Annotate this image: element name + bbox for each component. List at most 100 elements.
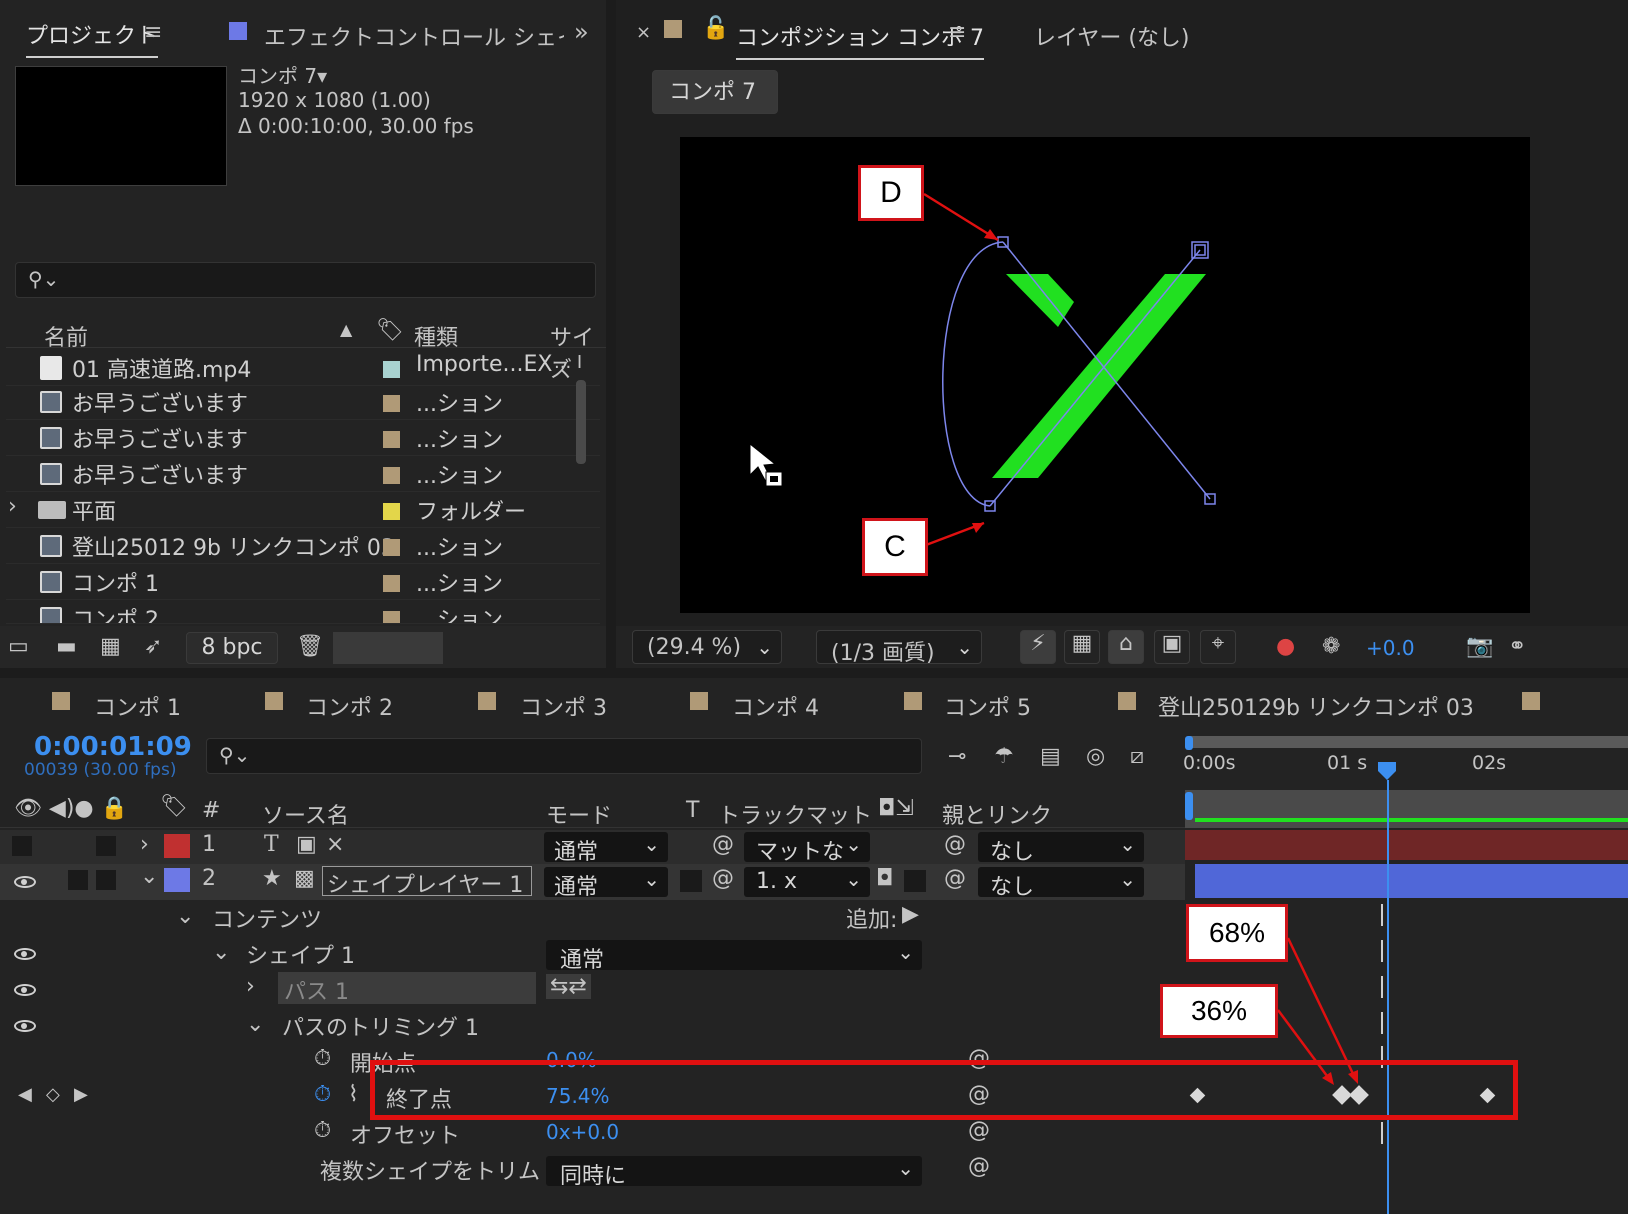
list-item[interactable]: お早うございます ...ション: [6, 420, 600, 456]
collapse-chevron-icon[interactable]: ⌄: [176, 904, 194, 929]
snapshot-icon[interactable]: 📷: [1466, 634, 1493, 659]
path-direction-icon[interactable]: ⇆⇄: [546, 974, 591, 999]
menu-icon[interactable]: ≡: [144, 20, 162, 45]
trim-row[interactable]: ⌄ パスのトリミング 1: [0, 1008, 1185, 1044]
eye-icon[interactable]: [14, 876, 36, 888]
t-switch[interactable]: [680, 870, 702, 892]
add-keyframe-icon[interactable]: ◇: [46, 1084, 60, 1105]
viewer-canvas[interactable]: [680, 137, 1530, 613]
lock-icon[interactable]: 🔓: [702, 16, 729, 41]
pickwhip-icon[interactable]: @: [944, 866, 966, 891]
stopwatch-active-icon[interactable]: ⏱: [314, 1082, 331, 1107]
trackmatte-dropdown[interactable]: 1. x ⌄: [744, 867, 870, 897]
layer-label-swatch[interactable]: [164, 868, 190, 892]
bpc-button[interactable]: 8 bpc: [186, 632, 278, 664]
tab-comp-4[interactable]: コンポ 4: [732, 690, 819, 722]
list-item[interactable]: お早うございます ...ション: [6, 456, 600, 492]
list-item[interactable]: 01 高速道路.mp4 Importe...EX ... I: [6, 350, 600, 386]
list-item[interactable]: コンポ 2 ...ション: [6, 600, 600, 624]
search-input[interactable]: ⚲⌄: [15, 262, 596, 298]
graph-icon[interactable]: ⌇: [348, 1082, 359, 1107]
folder-icon[interactable]: ▬: [56, 634, 77, 659]
shy-icon[interactable]: ☂: [994, 744, 1014, 769]
trackmatte-dropdown[interactable]: マットな ⌄: [744, 832, 870, 865]
motion-blur-icon[interactable]: ◎: [1086, 744, 1105, 769]
collapse-switch[interactable]: ▩: [294, 866, 315, 891]
offset-value[interactable]: 0x+0.0: [546, 1120, 619, 1144]
tab-composition[interactable]: コンポジション コンポ 7: [736, 20, 984, 60]
collapse-chevron-icon[interactable]: ⌄: [212, 940, 230, 965]
layer-row-1[interactable]: › 1 T ▣ × 通常 ⌄ @ マットな ⌄ @ なし ⌄: [0, 830, 1185, 865]
collapse-switch[interactable]: ▣: [296, 832, 317, 857]
layer-1-bar[interactable]: [1185, 830, 1628, 860]
preserve-transparency-icon[interactable]: @: [712, 832, 734, 857]
channel-icon[interactable]: ●: [1276, 634, 1295, 659]
list-item[interactable]: › 平面 フォルダー: [6, 492, 600, 528]
tab-comp-3[interactable]: コンポ 3: [520, 690, 607, 722]
overflow-chevrons-icon[interactable]: »: [574, 18, 589, 46]
collapse-chevron-icon[interactable]: ⌄: [246, 1012, 264, 1037]
mode-dropdown[interactable]: 通常 ⌄: [544, 867, 668, 900]
eye-icon[interactable]: [14, 1020, 36, 1032]
show-snapshot-icon[interactable]: ⚭: [1508, 634, 1526, 659]
trash-icon[interactable]: 🗑: [296, 634, 324, 659]
layer-row-2[interactable]: ⌄ 2 ★ ▩ シェイプレイヤー 1 通常 ⌄ @ 1. x ⌄ ◘ @ なし ⌄: [0, 864, 1185, 900]
tab-comp-1[interactable]: コンポ 1: [94, 690, 181, 722]
list-item[interactable]: コンポ 1 ...ション: [6, 564, 600, 600]
column-type[interactable]: 種類: [414, 320, 458, 352]
next-keyframe-icon[interactable]: ▶: [74, 1084, 88, 1105]
tab-project[interactable]: プロジェクト: [26, 18, 159, 58]
expand-chevron-icon[interactable]: ›: [140, 832, 149, 857]
mode-dropdown[interactable]: 通常 ⌄: [544, 832, 668, 865]
mask-visibility-button[interactable]: ⌂: [1108, 630, 1144, 664]
solo-switch[interactable]: [96, 836, 116, 856]
grid-guides-button[interactable]: ⌖: [1200, 630, 1236, 664]
quality-switch[interactable]: ×: [326, 832, 344, 857]
work-area-start[interactable]: [1185, 736, 1193, 750]
breadcrumb[interactable]: コンポ 7: [652, 70, 778, 114]
lock-switch[interactable]: [96, 870, 116, 890]
color-management-icon[interactable]: ❁: [1322, 634, 1340, 659]
stopwatch-icon[interactable]: ⏱: [314, 1046, 331, 1071]
region-of-interest-button[interactable]: ▣: [1154, 630, 1190, 664]
matte-alpha-icon[interactable]: ◘: [876, 866, 893, 891]
column-name[interactable]: 名前: [44, 320, 88, 352]
path-row[interactable]: › パス 1 ⇆⇄: [0, 972, 1185, 1008]
shape-mode-dropdown[interactable]: 通常 ⌄: [546, 940, 922, 973]
render-icon[interactable]: ➶: [144, 634, 162, 659]
solo-switch[interactable]: [68, 870, 88, 890]
comp-flowchart-icon[interactable]: ⊸: [948, 744, 966, 769]
transparency-grid-button[interactable]: ▦: [1064, 630, 1100, 664]
prev-keyframe-icon[interactable]: ◀: [18, 1084, 32, 1105]
tab-comp-5[interactable]: コンポ 5: [944, 690, 1031, 722]
multi-trim-dropdown[interactable]: 同時に ⌄: [546, 1156, 922, 1188]
column-source[interactable]: ソース名: [262, 798, 349, 830]
matte-invert-switch[interactable]: [904, 870, 926, 892]
quality-dropdown[interactable]: (1/3 画質) ⌄: [816, 630, 982, 666]
parent-dropdown[interactable]: なし ⌄: [978, 867, 1144, 900]
work-area-bar[interactable]: [1189, 736, 1628, 748]
list-item[interactable]: お早うございます ...ション: [6, 384, 600, 420]
comp-name[interactable]: コンポ 7▾: [238, 60, 327, 89]
layer-label-swatch[interactable]: [164, 834, 190, 858]
parent-dropdown[interactable]: なし ⌄: [978, 832, 1144, 865]
expand-chevron-icon[interactable]: ›: [8, 494, 17, 519]
zoom-dropdown[interactable]: (29.4 %) ⌄: [632, 630, 782, 664]
menu-icon[interactable]: ≡: [948, 20, 966, 45]
list-item[interactable]: 登山25012 9b リンクコンポ 03 ...ション: [6, 528, 600, 564]
exposure-value[interactable]: +0.0: [1366, 636, 1415, 660]
time-ruler[interactable]: 0:00s 01 s 02s: [1183, 736, 1628, 792]
fast-preview-button[interactable]: ⚡: [1020, 630, 1056, 664]
graph-editor-icon[interactable]: ⧄: [1130, 744, 1144, 769]
stopwatch-icon[interactable]: ⏱: [314, 1118, 331, 1143]
close-icon[interactable]: ×: [636, 22, 651, 43]
layer-2-bar[interactable]: [1195, 864, 1628, 898]
layer-name-field[interactable]: シェイプレイヤー 1: [322, 866, 532, 898]
tab-comp-2[interactable]: コンポ 2: [306, 690, 393, 722]
expression-icon[interactable]: @: [968, 1118, 990, 1143]
tab-layer[interactable]: レイヤー (なし): [1034, 20, 1190, 52]
frame-blend-icon[interactable]: ▤: [1040, 744, 1061, 769]
eye-icon[interactable]: [14, 948, 36, 960]
preserve-transparency-icon[interactable]: @: [712, 866, 734, 891]
playhead-handle[interactable]: [1378, 762, 1396, 780]
